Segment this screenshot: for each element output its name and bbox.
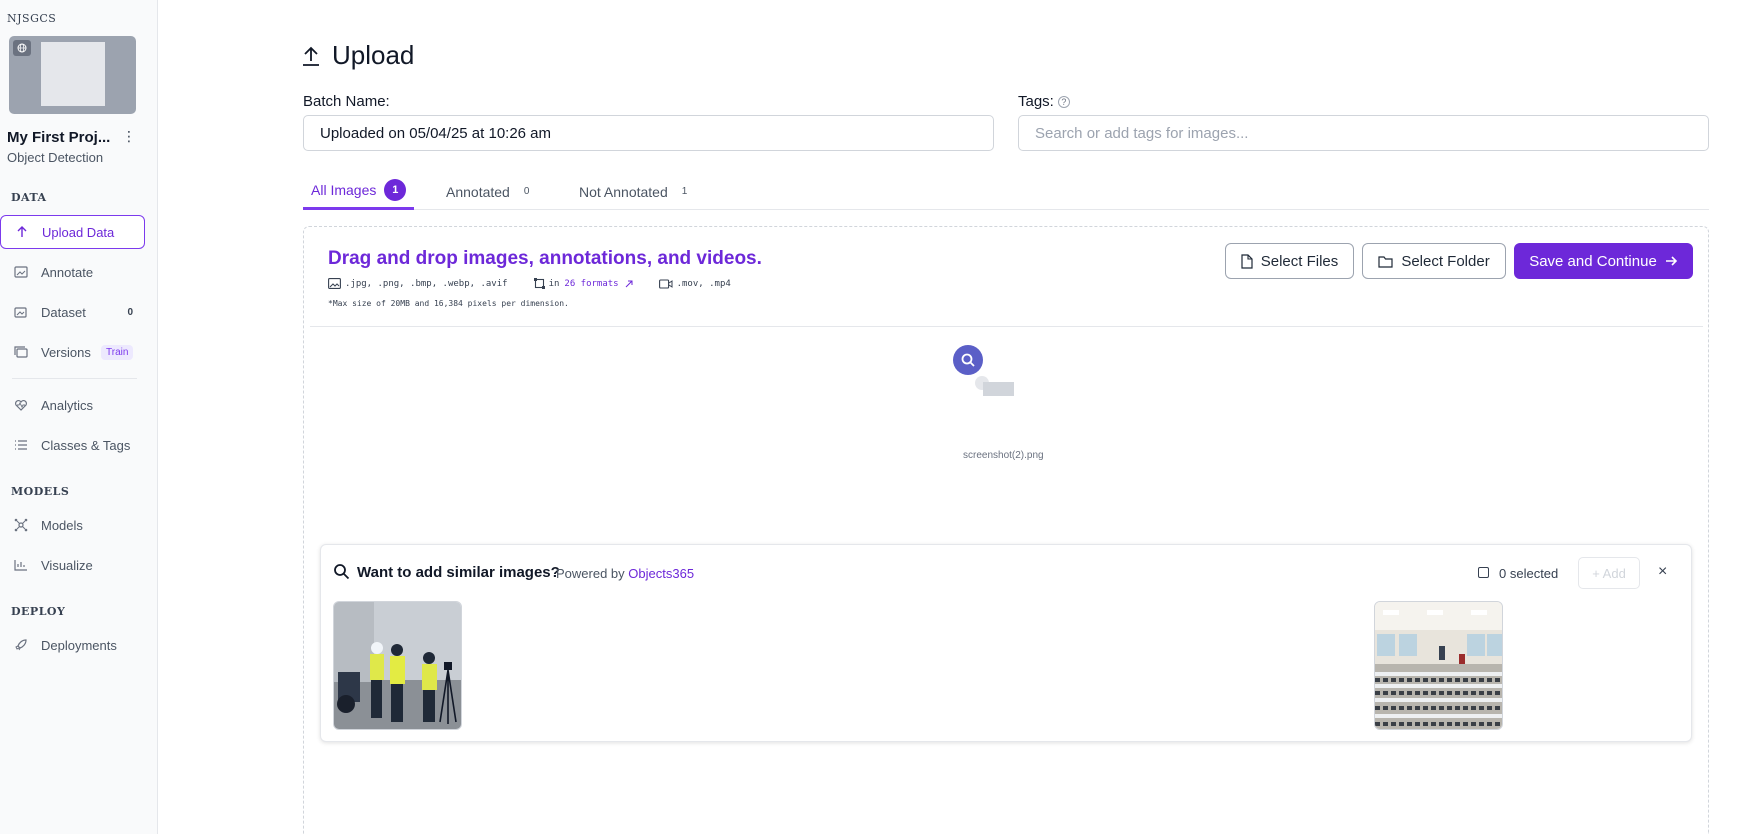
sidebar-item-label: Dataset [41, 304, 86, 320]
help-icon[interactable]: ? [1057, 96, 1070, 108]
select-all-checkbox[interactable] [1478, 567, 1489, 578]
tab-all-images[interactable]: All Images 1 [303, 173, 415, 210]
project-name[interactable]: My First Proj... [7, 129, 110, 146]
arrow-up-icon [13, 223, 31, 241]
thumbnail-placeholder [41, 42, 105, 106]
upload-icon [302, 45, 320, 67]
batch-name-input[interactable]: Uploaded on 05/04/25 at 10:26 am [303, 115, 994, 151]
list-icon [12, 436, 30, 454]
objects365-link[interactable]: Objects365 [628, 566, 694, 581]
tab-not-annotated[interactable]: Not Annotated 1 [579, 173, 687, 210]
network-icon [12, 516, 30, 534]
search-icon[interactable] [953, 345, 983, 375]
globe-icon [13, 40, 31, 56]
more-vertical-icon[interactable]: ⋮ [122, 127, 136, 145]
select-files-button[interactable]: Select Files [1225, 243, 1354, 279]
tab-label: Annotated [446, 183, 510, 200]
save-and-continue-label: Save and Continue [1529, 252, 1657, 270]
section-data: DATA [11, 191, 47, 204]
image-formats: .jpg, .png, .bmp, .webp, .avif [345, 278, 508, 289]
section-deploy: DEPLOY [11, 605, 66, 618]
uploaded-file-name: screenshot(2).png [963, 450, 1044, 461]
select-files-label: Select Files [1260, 252, 1339, 270]
tab-label: All Images [311, 182, 377, 198]
save-and-continue-button[interactable]: Save and Continue [1514, 243, 1693, 279]
sidebar-divider [12, 378, 137, 379]
sidebar-item-dataset[interactable]: Dataset 0 [0, 295, 145, 329]
external-link-icon [625, 280, 633, 288]
heart-pulse-icon [12, 396, 30, 414]
selected-count: 0 selected [1499, 566, 1559, 581]
powered-by: Powered by Objects365 [556, 566, 694, 581]
sidebar-item-classes-tags[interactable]: Classes & Tags [0, 428, 145, 462]
images-icon [12, 303, 30, 321]
sidebar-item-deployments[interactable]: Deployments [0, 628, 145, 662]
annotation-formats-link[interactable]: 26 formats [564, 279, 618, 289]
sidebar-item-label: Versions [41, 344, 91, 360]
sidebar-item-label: Annotate [41, 264, 94, 280]
project-type: Object Detection [7, 150, 104, 165]
close-icon[interactable]: × [1658, 562, 1667, 582]
dropzone-divider [310, 326, 1703, 327]
sidebar-item-label: Models [41, 517, 83, 533]
sidebar-item-visualize[interactable]: Visualize [0, 548, 145, 582]
image-placeholder [983, 382, 1014, 396]
video-icon [658, 278, 673, 289]
chart-icon [12, 556, 30, 574]
tab-annotated[interactable]: Annotated 0 [446, 173, 529, 210]
sidebar-item-label: Classes & Tags [41, 437, 131, 453]
sidebar-item-models[interactable]: Models [0, 508, 145, 542]
sidebar-item-label: Deployments [41, 637, 117, 653]
section-models: MODELS [11, 485, 70, 498]
sidebar-item-versions[interactable]: Versions Train [0, 335, 145, 369]
stack-icon [12, 343, 30, 361]
image-icon [328, 278, 341, 289]
add-button[interactable]: + Add [1578, 557, 1640, 589]
similar-image-police[interactable] [333, 601, 462, 730]
arrow-right-icon [1665, 255, 1678, 267]
dropzone[interactable] [303, 226, 1709, 834]
tab-count: 1 [681, 186, 688, 197]
tags-label-text: Tags: [1018, 93, 1054, 110]
file-icon [1241, 253, 1253, 269]
select-folder-button[interactable]: Select Folder [1362, 243, 1506, 279]
batch-name-label: Batch Name: [303, 93, 390, 110]
train-badge[interactable]: Train [101, 344, 134, 360]
sidebar: NJSGCS My First Proj... ⋮ Object Detecti… [0, 0, 158, 834]
select-folder-label: Select Folder [1401, 252, 1490, 270]
tab-count-badge: 1 [384, 179, 407, 201]
page-title: Upload [302, 40, 414, 71]
sidebar-item-analytics[interactable]: Analytics [0, 388, 145, 422]
bounding-box-icon [533, 278, 545, 289]
workspace-name[interactable]: NJSGCS [7, 12, 56, 25]
sidebar-item-upload-data[interactable]: Upload Data [0, 215, 145, 249]
dropzone-formats: .jpg, .png, .bmp, .webp, .avif in 26 for… [328, 278, 731, 289]
folder-icon [1378, 255, 1393, 268]
sidebar-item-annotate[interactable]: Annotate [0, 255, 145, 289]
sidebar-item-label: Visualize [41, 557, 93, 573]
search-icon [333, 563, 350, 580]
dropzone-title: Drag and drop images, annotations, and v… [328, 248, 762, 269]
project-thumbnail[interactable] [9, 36, 136, 114]
rocket-icon [12, 636, 30, 654]
tab-count: 0 [523, 186, 530, 197]
tags-label: Tags:? [1018, 93, 1070, 110]
powered-by-prefix: Powered by [556, 566, 625, 581]
sidebar-item-label: Upload Data [42, 224, 115, 240]
tab-label: Not Annotated [579, 183, 668, 200]
similar-images-title: Want to add similar images? [357, 564, 560, 581]
tags-input[interactable]: Search or add tags for images... [1018, 115, 1709, 151]
dataset-count: 0 [127, 306, 133, 318]
image-edit-icon [12, 263, 30, 281]
video-formats: .mov, .mp4 [676, 278, 731, 289]
page-title-text: Upload [332, 40, 415, 70]
sidebar-item-label: Analytics [41, 397, 94, 413]
annotation-prefix: in [548, 278, 560, 289]
dropzone-note: *Max size of 20MB and 16,384 pixels per … [328, 299, 569, 308]
similar-image-hall[interactable] [1374, 601, 1503, 730]
image-tabs: All Images 1 Annotated 0 Not Annotated 1 [303, 173, 1709, 210]
